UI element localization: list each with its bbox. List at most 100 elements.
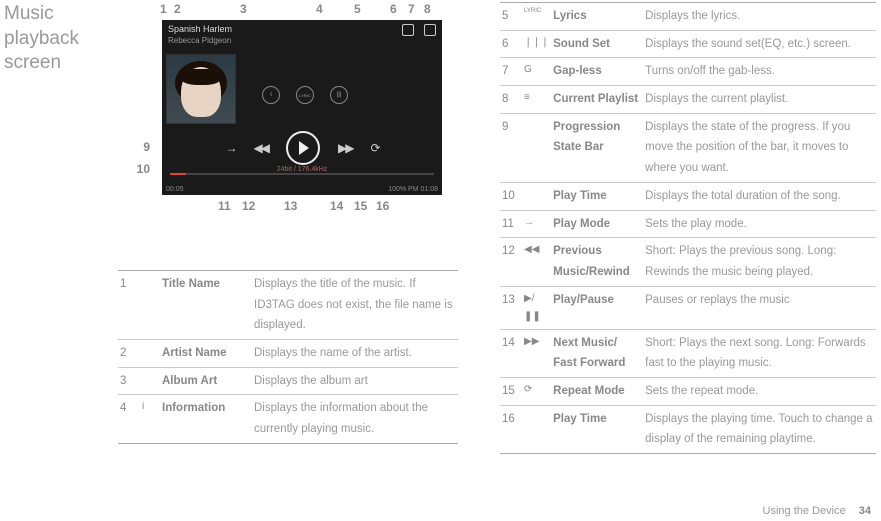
- callout-12: 12: [242, 199, 255, 213]
- row-description: Displays the title of the music. If ID3T…: [252, 271, 458, 340]
- playlist-icon: [424, 24, 436, 36]
- gapless-icon: [402, 24, 414, 36]
- lyric-icon: LYRIC: [296, 86, 314, 104]
- play-button: [286, 131, 320, 165]
- info-icon: i: [262, 86, 280, 104]
- callout-11: 11: [218, 199, 231, 213]
- row-number: 11: [500, 210, 522, 238]
- callout-1: 1: [160, 2, 167, 16]
- table-row: 13▶/❚❚Play/PausePauses or replays the mu…: [500, 286, 876, 329]
- row-description: Short: Plays the previous song. Long: Re…: [643, 238, 876, 286]
- row-icon: [140, 340, 160, 368]
- callout-15: 15: [354, 199, 367, 213]
- ss-play-controls: → ◀◀ ▶▶ ⟳: [162, 131, 442, 165]
- row-name: Title Name: [160, 271, 252, 340]
- row-description: Displays the current playlist.: [643, 86, 876, 114]
- row-number: 8: [500, 86, 522, 114]
- page-footer: Using the Device 34: [763, 505, 871, 517]
- row-icon: ◀◀: [522, 238, 551, 286]
- ss-title: Spanish Harlem: [168, 24, 232, 34]
- music-player-screenshot: Spanish Harlem Rebecca Pidgeon i LYRIC |…: [162, 20, 442, 195]
- row-name: Play Mode: [551, 210, 643, 238]
- row-number: 16: [500, 405, 522, 453]
- row-icon: ▶/❚❚: [522, 286, 551, 329]
- row-number: 15: [500, 377, 522, 405]
- row-description: Sets the repeat mode.: [643, 377, 876, 405]
- row-name: Current Playlist: [551, 86, 643, 114]
- footer-page-number: 34: [859, 505, 871, 517]
- ss-mid-icons: i LYRIC |||: [262, 86, 348, 104]
- table-row: 12◀◀Previous Music/RewindShort: Plays th…: [500, 238, 876, 286]
- ss-progress: [170, 173, 434, 175]
- playmode-icon: →: [226, 141, 236, 155]
- table-row: 4iInformationDisplays the information ab…: [118, 395, 458, 443]
- row-name: Play/Pause: [551, 286, 643, 329]
- footer-label: Using the Device: [763, 505, 846, 517]
- row-icon: i: [140, 395, 160, 443]
- row-icon: [522, 113, 551, 182]
- row-name: Artist Name: [160, 340, 252, 368]
- eq-icon: |||: [330, 86, 348, 104]
- callout-2: 2: [174, 2, 181, 16]
- page-title: Music playback screen: [4, 2, 114, 76]
- row-name: Gap-less: [551, 58, 643, 86]
- ss-bottom-right: 100% PM 01:08: [388, 186, 438, 193]
- row-description: Short: Plays the next song. Long: Forwar…: [643, 329, 876, 377]
- row-icon: [140, 271, 160, 340]
- callout-8: 8: [424, 2, 431, 16]
- row-name: Repeat Mode: [551, 377, 643, 405]
- row-description: Displays the sound set(EQ, etc.) screen.: [643, 30, 876, 58]
- ss-time-elapsed: 00:05: [166, 186, 184, 193]
- ss-album-art: [166, 54, 236, 124]
- callout-16: 16: [376, 199, 389, 213]
- repeat-icon: ⟳: [370, 141, 378, 155]
- row-icon: →: [522, 210, 551, 238]
- row-name: Play Time: [551, 405, 643, 453]
- table-row: 14▶▶Next Music/ Fast ForwardShort: Plays…: [500, 329, 876, 377]
- row-description: Displays the total duration of the song.: [643, 182, 876, 210]
- reference-table-left: 1 Title NameDisplays the title of the mus…: [118, 270, 458, 444]
- row-name: Sound Set: [551, 30, 643, 58]
- callout-3: 3: [240, 2, 247, 16]
- callout-9: 9: [130, 140, 150, 154]
- ss-artist: Rebecca Pidgeon: [168, 36, 231, 45]
- row-name: Play Time: [551, 182, 643, 210]
- row-number: 3: [118, 367, 140, 395]
- table-row: 2Artist NameDisplays the name of the art…: [118, 340, 458, 368]
- table-row: 15⟳Repeat ModeSets the repeat mode.: [500, 377, 876, 405]
- row-description: Pauses or replays the music: [643, 286, 876, 329]
- row-icon: LYRIC: [522, 3, 551, 31]
- row-description: Displays the playing time. Touch to chan…: [643, 405, 876, 453]
- next-icon: ▶▶: [338, 141, 352, 155]
- row-description: Turns on/off the gab-less.: [643, 58, 876, 86]
- callout-5: 5: [354, 2, 361, 16]
- row-number: 1: [118, 271, 140, 340]
- ss-top-icons: [402, 24, 436, 36]
- callout-4: 4: [316, 2, 323, 16]
- row-number: 9: [500, 113, 522, 182]
- row-name: Progression State Bar: [551, 113, 643, 182]
- row-number: 12: [500, 238, 522, 286]
- table-row: 9Progression State BarDisplays the state…: [500, 113, 876, 182]
- table-row: 1 Title NameDisplays the title of the mus…: [118, 271, 458, 340]
- row-description: Displays the name of the artist.: [252, 340, 458, 368]
- row-icon: ⟳: [522, 377, 551, 405]
- row-number: 13: [500, 286, 522, 329]
- prev-icon: ◀◀: [254, 141, 268, 155]
- table-row: 5LYRICLyricsDisplays the lyrics.: [500, 3, 876, 31]
- callouts-top: 1 2 3 4 5 6 7 8: [150, 2, 450, 20]
- callouts-bottom: 11 12 13 14 15 16: [150, 199, 450, 217]
- table-row: 10Play TimeDisplays the total duration o…: [500, 182, 876, 210]
- row-description: Displays the album art: [252, 367, 458, 395]
- table-row: 6❘❘❘Sound SetDisplays the sound set(EQ, …: [500, 30, 876, 58]
- row-name: Next Music/ Fast Forward: [551, 329, 643, 377]
- row-number: 4: [118, 395, 140, 443]
- table-row: 7GGap-lessTurns on/off the gab-less.: [500, 58, 876, 86]
- row-name: Lyrics: [551, 3, 643, 31]
- row-name: Previous Music/Rewind: [551, 238, 643, 286]
- row-number: 7: [500, 58, 522, 86]
- callout-6: 6: [390, 2, 397, 16]
- table-row: 11→Play ModeSets the play mode.: [500, 210, 876, 238]
- row-description: Displays the information about the curre…: [252, 395, 458, 443]
- table-row: 8≡Current PlaylistDisplays the current p…: [500, 86, 876, 114]
